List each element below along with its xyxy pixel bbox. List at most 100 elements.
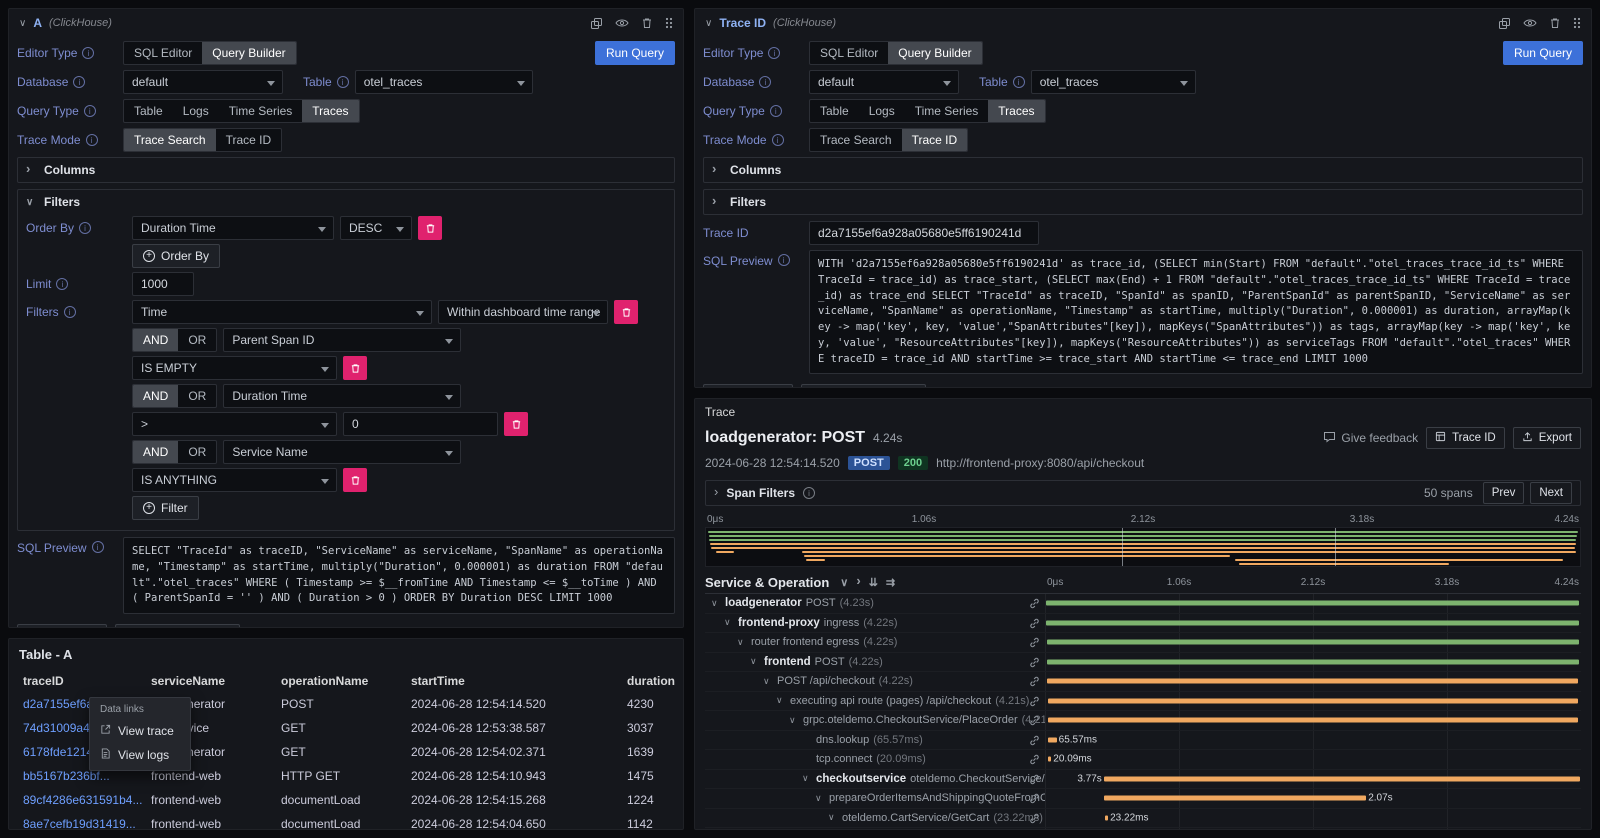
trace-id-input[interactable]: [809, 221, 1039, 245]
column-header-duration[interactable]: duration: [623, 670, 673, 692]
database-select[interactable]: default: [123, 70, 283, 94]
filters-section-header[interactable]: Filters: [18, 190, 674, 214]
trace-mode-id[interactable]: Trace ID: [216, 129, 282, 151]
editor-type-sql-editor[interactable]: SQL Editor: [810, 42, 888, 64]
span-bar[interactable]: [1047, 659, 1579, 664]
link-icon[interactable]: [1029, 657, 1040, 671]
bool-or[interactable]: OR: [178, 329, 216, 351]
link-icon[interactable]: [1029, 598, 1040, 612]
chevron-down-icon[interactable]: [19, 18, 26, 29]
column-header-operationName[interactable]: operationName: [277, 670, 407, 692]
order-by-field-select[interactable]: Duration Time: [132, 216, 334, 240]
span-bar[interactable]: [1104, 776, 1580, 781]
span-row[interactable]: router frontend egress(4.22s): [705, 633, 1581, 653]
query-inspector-button[interactable]: Query inspector: [115, 624, 240, 628]
span-bar[interactable]: [1047, 640, 1579, 645]
trace-mode-search[interactable]: Trace Search: [810, 129, 902, 151]
query-inspector-button[interactable]: Query inspector: [801, 384, 926, 388]
menu-item-view-trace[interactable]: View trace: [90, 719, 190, 743]
column-header-startTime[interactable]: startTime: [407, 670, 623, 692]
chevron-down-icon[interactable]: [711, 598, 721, 609]
span-row[interactable]: POST /api/checkout(4.22s): [705, 672, 1581, 692]
trace-id-button[interactable]: Trace ID: [1426, 427, 1505, 449]
trace-minimap[interactable]: [705, 527, 1581, 567]
remove-order-by-button[interactable]: [418, 216, 442, 240]
filter-operator-select[interactable]: >: [132, 412, 337, 436]
span-bar[interactable]: [1048, 698, 1578, 703]
hide-query-icon[interactable]: [615, 18, 629, 28]
query-type-table[interactable]: Table: [124, 100, 173, 122]
span-row[interactable]: grpc.oteldemo.CheckoutService/PlaceOrder…: [705, 711, 1581, 731]
link-icon[interactable]: [1029, 696, 1040, 710]
table-select[interactable]: otel_traces: [355, 70, 533, 94]
span-bar[interactable]: [1048, 757, 1051, 762]
span-bar[interactable]: [1046, 620, 1579, 625]
column-header-traceID[interactable]: traceID: [19, 670, 147, 692]
chevron-down-icon[interactable]: [705, 18, 712, 29]
export-button[interactable]: Export: [1513, 427, 1581, 449]
span-bar[interactable]: [1048, 718, 1578, 723]
span-bar[interactable]: [1048, 737, 1056, 742]
database-select[interactable]: default: [809, 70, 959, 94]
query-type-time-series[interactable]: Time Series: [219, 100, 303, 122]
chevron-down-icon[interactable]: [828, 812, 838, 823]
add-order-by-button[interactable]: Order By: [132, 244, 220, 268]
columns-section-header[interactable]: Columns: [704, 158, 1582, 182]
span-row[interactable]: tcp.connect(20.09ms)20.09ms: [705, 750, 1581, 770]
bool-or[interactable]: OR: [178, 385, 216, 407]
chevron-down-icon[interactable]: [750, 656, 760, 667]
columns-section-header[interactable]: Columns: [18, 158, 674, 182]
link-icon[interactable]: [1029, 618, 1040, 632]
add-filter-button[interactable]: Filter: [132, 496, 199, 520]
bool-and[interactable]: AND: [133, 329, 178, 351]
duplicate-query-icon[interactable]: [590, 17, 603, 30]
span-row[interactable]: frontendPOST(4.22s): [705, 653, 1581, 673]
link-icon[interactable]: [1029, 637, 1040, 651]
span-row[interactable]: frontend-proxyingress(4.22s): [705, 614, 1581, 634]
chevron-down-icon[interactable]: [815, 793, 825, 804]
span-bar[interactable]: [1047, 679, 1578, 684]
trace-mode-id[interactable]: Trace ID: [902, 129, 968, 151]
collapse-one-icon[interactable]: [840, 576, 848, 589]
editor-type-query-builder[interactable]: Query Builder: [202, 42, 295, 64]
filter-field-select[interactable]: Duration Time: [223, 384, 461, 408]
query-type-table[interactable]: Table: [810, 100, 859, 122]
run-query-button[interactable]: Run Query: [1503, 41, 1583, 65]
limit-input[interactable]: [132, 272, 194, 296]
remove-filter-button[interactable]: [343, 356, 367, 380]
query-type-traces[interactable]: Traces: [988, 100, 1044, 122]
table-select[interactable]: otel_traces: [1031, 70, 1196, 94]
link-icon[interactable]: [1029, 754, 1040, 768]
filter-time-field-select[interactable]: Time: [132, 300, 432, 324]
cell-traceID[interactable]: 8ae7cefb19d31419...: [19, 812, 147, 830]
span-row[interactable]: checkoutserviceoteldemo.CheckoutService/…: [705, 770, 1581, 790]
bool-or[interactable]: OR: [178, 441, 216, 463]
chevron-down-icon[interactable]: [763, 676, 773, 687]
cell-traceID[interactable]: 89cf4286e631591b4...: [19, 788, 147, 812]
remove-filter-button[interactable]: [504, 412, 528, 436]
link-icon[interactable]: [1029, 793, 1040, 807]
span-row[interactable]: loadgeneratorPOST(4.23s): [705, 594, 1581, 614]
column-header-serviceName[interactable]: serviceName: [147, 670, 277, 692]
link-icon[interactable]: [1029, 715, 1040, 729]
span-row[interactable]: executing api route (pages) /api/checkou…: [705, 692, 1581, 712]
add-query-button[interactable]: +Add query: [703, 384, 793, 388]
bool-and[interactable]: AND: [133, 441, 178, 463]
span-row[interactable]: prepareOrderItemsAndShippingQuoteFromCar…: [705, 789, 1581, 809]
remove-query-icon[interactable]: [1549, 17, 1561, 29]
duplicate-query-icon[interactable]: [1498, 17, 1511, 30]
link-icon[interactable]: [1029, 774, 1040, 788]
menu-item-view-logs[interactable]: View logs: [90, 743, 190, 767]
minimap-cursor[interactable]: [1335, 528, 1336, 566]
prev-button[interactable]: Prev: [1483, 482, 1525, 504]
link-icon[interactable]: [1029, 813, 1040, 827]
query-type-traces[interactable]: Traces: [302, 100, 358, 122]
remove-query-icon[interactable]: [641, 17, 653, 29]
collapse-all-icon[interactable]: [869, 576, 878, 589]
chevron-down-icon[interactable]: [737, 637, 747, 648]
span-filters-title[interactable]: Span Filters: [726, 486, 795, 500]
span-bar[interactable]: [1104, 796, 1366, 801]
span-bar[interactable]: [1105, 815, 1108, 820]
span-row[interactable]: dns.lookup(65.57ms)65.57ms: [705, 731, 1581, 751]
filter-operator-select[interactable]: IS ANYTHING: [132, 468, 337, 492]
